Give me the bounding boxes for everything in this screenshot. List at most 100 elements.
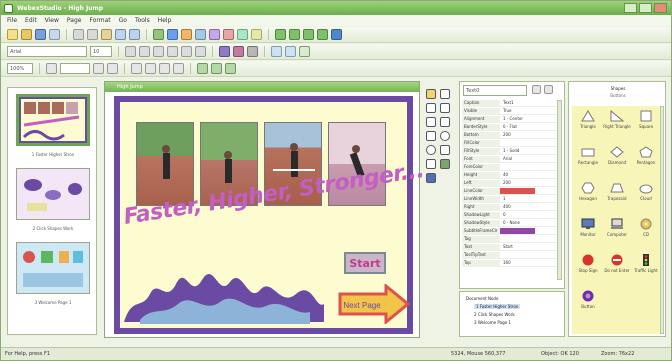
property-row[interactable]: ForeColor (462, 164, 558, 171)
property-row[interactable]: ShadowStyle 0 - None (462, 220, 558, 227)
property-value[interactable]: True (500, 108, 558, 115)
align-right-icon[interactable] (195, 46, 206, 57)
thumbnail-page-2[interactable] (16, 168, 90, 220)
gallery-item-right-triangle[interactable]: Right Triangle (603, 108, 631, 138)
minimize-button[interactable] (624, 3, 637, 13)
property-row[interactable]: Left 200 (462, 180, 558, 187)
tree-item[interactable]: 3 Welcome Page 1 (474, 320, 511, 325)
slide-canvas[interactable]: Faster, Higher, Stronger... Start Next P… (114, 96, 426, 334)
fill-color-icon[interactable] (219, 46, 230, 57)
property-value[interactable]: 0 - Flat (500, 124, 558, 131)
maximize-button[interactable] (639, 3, 652, 13)
link-icon[interactable] (225, 63, 236, 74)
gallery-item-traffic-light[interactable]: Traffic Light (632, 252, 660, 282)
gallery-item-hexagon[interactable]: Hexagon (574, 180, 602, 210)
menu-go[interactable]: Go (119, 17, 127, 24)
property-row[interactable]: Alignment 1 - Center (462, 116, 558, 123)
align-bottom-icon[interactable] (159, 63, 170, 74)
gallery-item-cloud[interactable]: Cloud (632, 180, 660, 210)
cut-icon[interactable] (73, 29, 84, 40)
property-value[interactable]: 0 (500, 212, 558, 219)
property-row[interactable]: Caption Text1 (462, 100, 558, 107)
video-icon[interactable] (237, 29, 248, 40)
rotate-icon[interactable] (93, 63, 104, 74)
publish-icon[interactable] (167, 29, 178, 40)
property-row[interactable]: ShadowLight 0 (462, 212, 558, 219)
gallery-item-do-not-enter[interactable]: Do not Enter (603, 252, 631, 282)
property-value[interactable] (500, 188, 558, 195)
image-icon[interactable] (209, 29, 220, 40)
property-value[interactable] (500, 252, 558, 259)
property-row[interactable]: Bottom 200 (462, 132, 558, 139)
property-value[interactable]: Text1 (500, 100, 558, 107)
property-row[interactable]: Height 40 (462, 172, 558, 179)
property-row[interactable]: FillColor (462, 140, 558, 147)
gallery-item-trapezoid[interactable]: Trapezoid (603, 180, 631, 210)
tree-root[interactable]: Document Node (466, 296, 498, 301)
property-value[interactable]: 40 (500, 172, 558, 179)
properties-scrollbar[interactable] (557, 100, 562, 280)
property-row[interactable]: Top 160 (462, 260, 558, 267)
object-selector[interactable]: Text0 (463, 85, 527, 96)
open-icon[interactable] (21, 29, 32, 40)
property-value[interactable]: 160 (500, 260, 558, 267)
tree-item[interactable]: 2 Click Shapes Work (474, 312, 515, 317)
property-value[interactable] (500, 164, 558, 171)
gallery-item-monitor[interactable]: Monitor (574, 216, 602, 246)
eyedropper-tool-icon[interactable] (426, 159, 436, 169)
gallery-item-rectangle[interactable]: Rectangle (574, 144, 602, 174)
gallery-scrollbar[interactable] (660, 106, 664, 334)
help-icon[interactable] (181, 29, 192, 40)
property-row[interactable]: Right 400 (462, 204, 558, 211)
distribute-icon[interactable] (173, 63, 184, 74)
save-icon[interactable] (35, 29, 46, 40)
thumbnail-page-3[interactable] (16, 242, 90, 294)
first-page-icon[interactable] (275, 29, 286, 40)
italic-icon[interactable] (139, 46, 150, 57)
table-icon[interactable] (251, 29, 262, 40)
underline-icon[interactable] (153, 46, 164, 57)
menu-help[interactable]: Help (158, 17, 172, 24)
start-button[interactable]: Start (344, 252, 386, 274)
next-page-arrow[interactable]: Next Page (338, 284, 410, 324)
menu-format[interactable]: Format (89, 17, 110, 24)
line-tool-icon[interactable] (426, 103, 436, 113)
sort-icon[interactable] (532, 85, 541, 94)
previous-page-icon[interactable] (289, 29, 300, 40)
property-row[interactable]: FillStyle 1 - Solid (462, 148, 558, 155)
gallery-item-triangle[interactable]: Triangle (574, 108, 602, 138)
last-page-icon[interactable] (317, 29, 328, 40)
arrow-tool-icon[interactable] (426, 117, 436, 127)
select-icon[interactable] (46, 63, 57, 74)
gallery-item-pentagon[interactable]: Pentagon (632, 144, 660, 174)
bold-icon[interactable] (125, 46, 136, 57)
property-value[interactable]: 400 (500, 204, 558, 211)
gallery-item-cd[interactable]: CD (632, 216, 660, 246)
gallery-item-diamond[interactable]: Diamond (603, 144, 631, 174)
property-value[interactable]: 0 - None (500, 220, 558, 227)
rounded-rect-tool-icon[interactable] (440, 145, 450, 155)
play-icon[interactable] (331, 29, 342, 40)
print-icon[interactable] (49, 29, 60, 40)
property-value[interactable]: Start (500, 244, 558, 251)
send-back-icon[interactable] (285, 46, 296, 57)
property-value[interactable] (500, 228, 558, 235)
menu-file[interactable]: File (7, 17, 17, 24)
flip-icon[interactable] (107, 63, 118, 74)
align-middle-icon[interactable] (145, 63, 156, 74)
property-value[interactable]: 200 (500, 132, 558, 139)
thumbnail-page-1[interactable] (16, 94, 90, 146)
text-tool-icon[interactable] (440, 89, 450, 99)
line-width-combo[interactable] (60, 63, 90, 74)
property-row[interactable]: Visible True (462, 108, 558, 115)
action-icon[interactable] (211, 63, 222, 74)
gallery-item-stop-sign[interactable]: Stop Sign (574, 252, 602, 282)
property-value[interactable] (500, 236, 558, 243)
undo-icon[interactable] (115, 29, 126, 40)
gallery-item-button[interactable]: Button (574, 288, 602, 318)
property-row[interactable]: LineWidth 1 (462, 196, 558, 203)
font-name-combo[interactable]: Arial (7, 46, 87, 57)
property-row[interactable]: BorderStyle 0 - Flat (462, 124, 558, 131)
align-center-icon[interactable] (181, 46, 192, 57)
ellipse-tool-icon[interactable] (426, 145, 436, 155)
